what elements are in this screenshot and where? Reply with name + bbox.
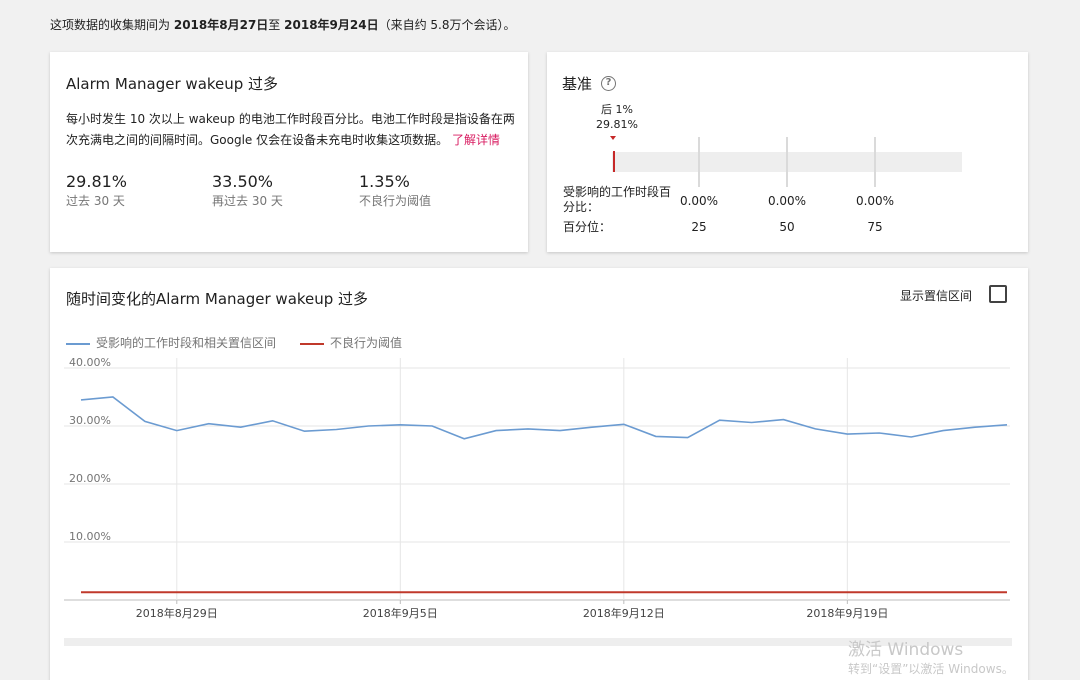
benchmark-marker xyxy=(613,151,615,172)
windows-activation-watermark-subtitle: 转到“设置”以激活 Windows。 xyxy=(848,662,1014,676)
summary-description: 每小时发生 10 次以上 wakeup 的电池工作时段百分比。电池工作时段是指设… xyxy=(66,109,518,151)
percentile-tick xyxy=(786,137,788,187)
metric-bad-behavior-threshold: 1.35% 不良行为阈值 xyxy=(359,172,431,209)
metric-value: 29.81% xyxy=(66,172,128,191)
percentile-value: 25 xyxy=(691,220,707,234)
benchmark-marker-value: 29.81% xyxy=(596,118,638,131)
period-middle: 至 xyxy=(268,18,281,32)
metric-label: 过去 30 天 xyxy=(66,194,125,208)
percentile-tick xyxy=(874,137,876,187)
metric-previous-30-days: 33.50% 再过去 30 天 xyxy=(212,172,283,209)
period-end-date: 2018年9月24日 xyxy=(284,18,379,32)
x-tick-label: 2018年8月29日 xyxy=(136,606,218,620)
affected-sessions-label: 受影响的工作时段百分比： xyxy=(563,185,672,214)
percentile-value: 50 xyxy=(779,220,795,234)
summary-title: Alarm Manager wakeup 过多 xyxy=(66,75,279,93)
line-chart[interactable]: 40.00% 30.00% 20.00% 10.00% 2018年8月29日 2018年9… xyxy=(50,268,1028,680)
benchmark-marker-label: 后 1% xyxy=(601,103,633,116)
affected-value: 0.00% xyxy=(855,194,895,208)
metric-last-30-days: 29.81% 过去 30 天 xyxy=(66,172,127,209)
x-tick-label: 2018年9月12日 xyxy=(583,606,665,620)
x-tick-label: 2018年9月19日 xyxy=(806,606,888,620)
percentile-label: 百分位： xyxy=(563,220,612,234)
y-tick-label: 30.00% xyxy=(69,414,111,427)
metric-label: 再过去 30 天 xyxy=(212,194,283,208)
description-text: 每小时发生 10 次以上 wakeup 的电池工作时段百分比。电池工作时段是指设… xyxy=(66,112,515,147)
summary-card: Alarm Manager wakeup 过多 每小时发生 10 次以上 wak… xyxy=(50,52,528,252)
y-tick-label: 40.00% xyxy=(69,356,111,369)
y-tick-label: 10.00% xyxy=(69,530,111,543)
benchmark-title: 基准 xyxy=(562,75,593,93)
metric-value: 1.35% xyxy=(359,172,410,191)
help-circle-icon[interactable]: ? xyxy=(601,76,616,91)
period-suffix: （来自约 5.8万个会话）。 xyxy=(378,18,516,32)
benchmark-card: 基准 ? 后 1% 29.81% 受影响的工作时段百分比： 0.00% 0.00… xyxy=(547,52,1028,252)
affected-value: 0.00% xyxy=(679,194,719,208)
windows-activation-watermark-title: 激活 Windows xyxy=(848,640,964,660)
chart-card: 随时间变化的Alarm Manager wakeup 过多 显示置信区间 受影响… xyxy=(50,268,1028,680)
metric-value: 33.50% xyxy=(212,172,274,191)
affected-value: 0.00% xyxy=(767,194,807,208)
series-line-affected-sessions xyxy=(80,396,1008,440)
y-tick-label: 20.00% xyxy=(69,472,111,485)
period-prefix: 这项数据的收集期间为 xyxy=(50,18,171,32)
x-tick-label: 2018年9月5日 xyxy=(363,606,438,620)
marker-arrow-icon xyxy=(610,136,616,140)
percentile-value: 75 xyxy=(867,220,883,234)
metric-label: 不良行为阈值 xyxy=(359,194,432,208)
percentile-tick xyxy=(698,137,700,187)
learn-more-link[interactable]: 了解详情 xyxy=(452,133,500,147)
period-start-date: 2018年8月27日 xyxy=(173,18,269,32)
collection-period-text: 这项数据的收集期间为 2018年8月27日至 2018年9月24日（来自约 5.… xyxy=(50,16,516,33)
